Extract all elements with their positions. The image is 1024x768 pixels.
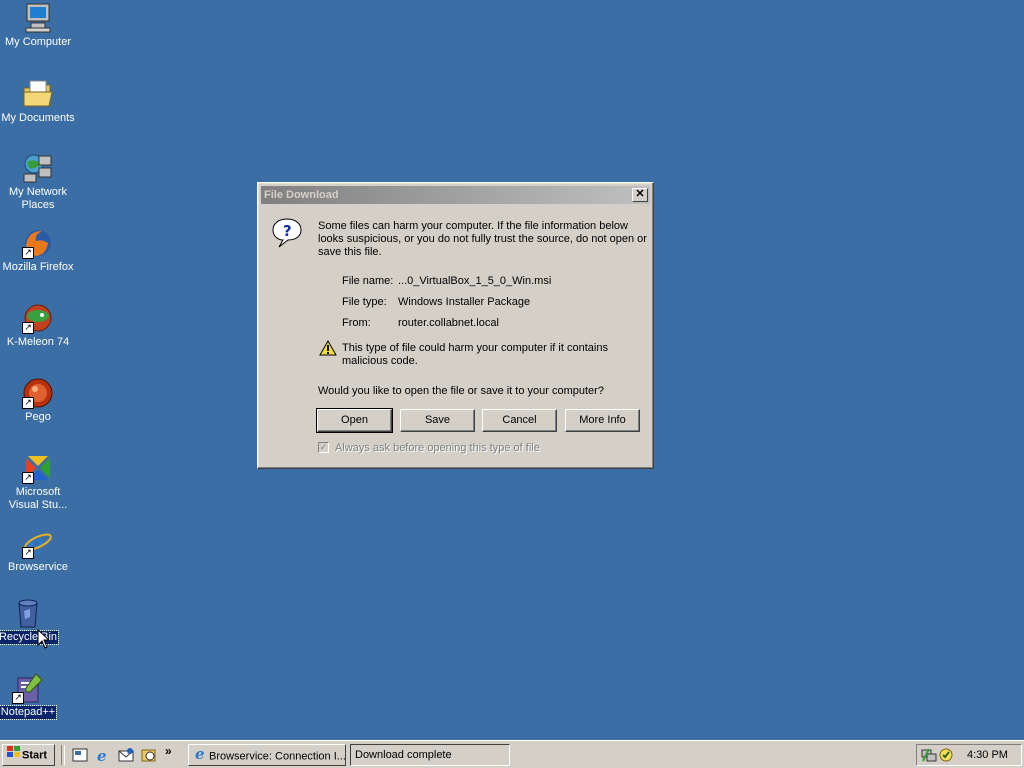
shortcut-arrow-icon: ↗ (22, 547, 34, 559)
warning-message: Some files can harm your computer. If th… (318, 220, 647, 258)
ie-icon: e (193, 745, 209, 765)
network-icon (22, 152, 54, 184)
task-browservice[interactable]: e Browservice: Connection I... (188, 744, 346, 766)
save-button[interactable]: Save (400, 409, 475, 432)
warning-triangle-icon (319, 339, 337, 359)
pego-icon: ↗ (22, 377, 54, 409)
open-button[interactable]: Open (316, 408, 393, 433)
desktop-icon-label: Mozilla Firefox (2, 261, 74, 273)
quicklaunch-overflow-chevron-icon[interactable]: » (165, 744, 172, 758)
always-ask-label: Always ask before opening this type of f… (335, 442, 540, 454)
file-download-dialog: File Download ✕ ? Some files can harm yo… (257, 182, 654, 469)
desktop-icon-label: Pego (25, 411, 51, 423)
desktop-icon-pego[interactable]: ↗ Pego (0, 377, 76, 424)
desktop-icon-browservice[interactable]: e ↗ Browservice (0, 527, 76, 574)
open-or-save-question: Would you like to open the file or save … (318, 385, 604, 397)
desktop-icon-k-meleon[interactable]: ↗ K-Meleon 74 (0, 302, 76, 349)
desktop-icon-mozilla-firefox[interactable]: ↗ Mozilla Firefox (0, 227, 76, 274)
desktop-icon-label: My Documents (1, 112, 75, 124)
system-tray: 4:30 PM (916, 744, 1022, 766)
shortcut-arrow-icon: ↗ (22, 397, 34, 409)
shortcut-arrow-icon: ↗ (22, 322, 34, 334)
desktop-icon-visual-studio[interactable]: ↗ Microsoft Visual Stu... (0, 452, 76, 512)
file-type-value: Windows Installer Package (398, 296, 531, 308)
outlook-express-icon[interactable] (118, 747, 134, 763)
shortcut-arrow-icon: ↗ (22, 247, 34, 259)
from-value: router.collabnet.local (398, 317, 499, 329)
from-label: From: (342, 317, 371, 329)
kmeleon-icon: ↗ (22, 302, 54, 334)
task-label: Download complete (355, 749, 452, 761)
close-icon: ✕ (635, 188, 645, 200)
desktop-icon-my-documents[interactable]: My Documents (0, 78, 76, 125)
desktop-icon-label: K-Meleon 74 (6, 336, 70, 348)
always-ask-checkbox[interactable]: ✓ (318, 442, 329, 453)
explorer-quicklaunch-icon[interactable] (141, 747, 157, 763)
network-tray-icon[interactable] (921, 747, 937, 766)
desktop-icon-recycle-bin[interactable]: Recycle Bin (0, 597, 66, 645)
close-button[interactable]: ✕ (632, 188, 648, 202)
taskbar: Start e » e Browservice: Connection I...… (0, 740, 1024, 768)
more-info-button[interactable]: More Info (565, 409, 640, 432)
task-download-complete[interactable]: Download complete (350, 744, 510, 766)
question-icon: ? (271, 217, 303, 252)
cancel-button[interactable]: Cancel (482, 409, 557, 432)
desktop-icon-label: My Computer (4, 36, 72, 48)
taskbar-separator (61, 745, 65, 765)
mouse-cursor-icon (37, 628, 51, 652)
computer-icon (22, 2, 54, 34)
desktop-icon-label: Recycle Bin (0, 630, 60, 645)
file-name-value: ...0_VirtualBox_1_5_0_Win.msi (398, 275, 552, 287)
desktop-icon-label: Notepad++ (0, 705, 58, 720)
windows-logo-icon (6, 745, 22, 765)
svg-text:e: e (97, 747, 107, 763)
svg-text:?: ? (283, 222, 292, 240)
shortcut-arrow-icon: ↗ (12, 692, 24, 704)
visual-studio-icon: ↗ (22, 452, 54, 484)
harm-warning-text: This type of file could harm your comput… (342, 342, 608, 367)
folder-icon (22, 78, 54, 110)
desktop-icon-label: Browservice (8, 561, 68, 573)
ie-icon: e ↗ (22, 527, 54, 561)
desktop-icon-network-places[interactable]: My Network Places (0, 152, 76, 212)
firefox-icon: ↗ (22, 227, 54, 259)
task-label: Browservice: Connection I... (209, 750, 346, 763)
desktop-icon-label: My Network Places (8, 186, 68, 211)
clock[interactable]: 4:30 PM (967, 745, 1008, 765)
show-desktop-icon[interactable] (72, 747, 88, 763)
start-button[interactable]: Start (2, 744, 55, 766)
dialog-titlebar[interactable]: File Download ✕ (261, 186, 650, 204)
shortcut-arrow-icon: ↗ (22, 472, 34, 484)
ie-quicklaunch-icon[interactable]: e (95, 747, 111, 765)
file-name-label: File name: (342, 275, 394, 287)
svg-text:e: e (195, 745, 205, 761)
file-type-label: File type: (342, 296, 387, 308)
recycle-bin-icon (12, 597, 44, 629)
desktop-icon-label: Microsoft Visual Stu... (8, 486, 68, 511)
desktop-icon-notepadpp[interactable]: ↗ Notepad++ (0, 672, 66, 720)
desktop-icon-my-computer[interactable]: My Computer (0, 2, 76, 49)
status-tray-icon[interactable] (938, 747, 954, 766)
start-label: Start (22, 749, 48, 762)
dialog-title: File Download (264, 189, 339, 201)
notepadpp-icon: ↗ (12, 672, 44, 704)
